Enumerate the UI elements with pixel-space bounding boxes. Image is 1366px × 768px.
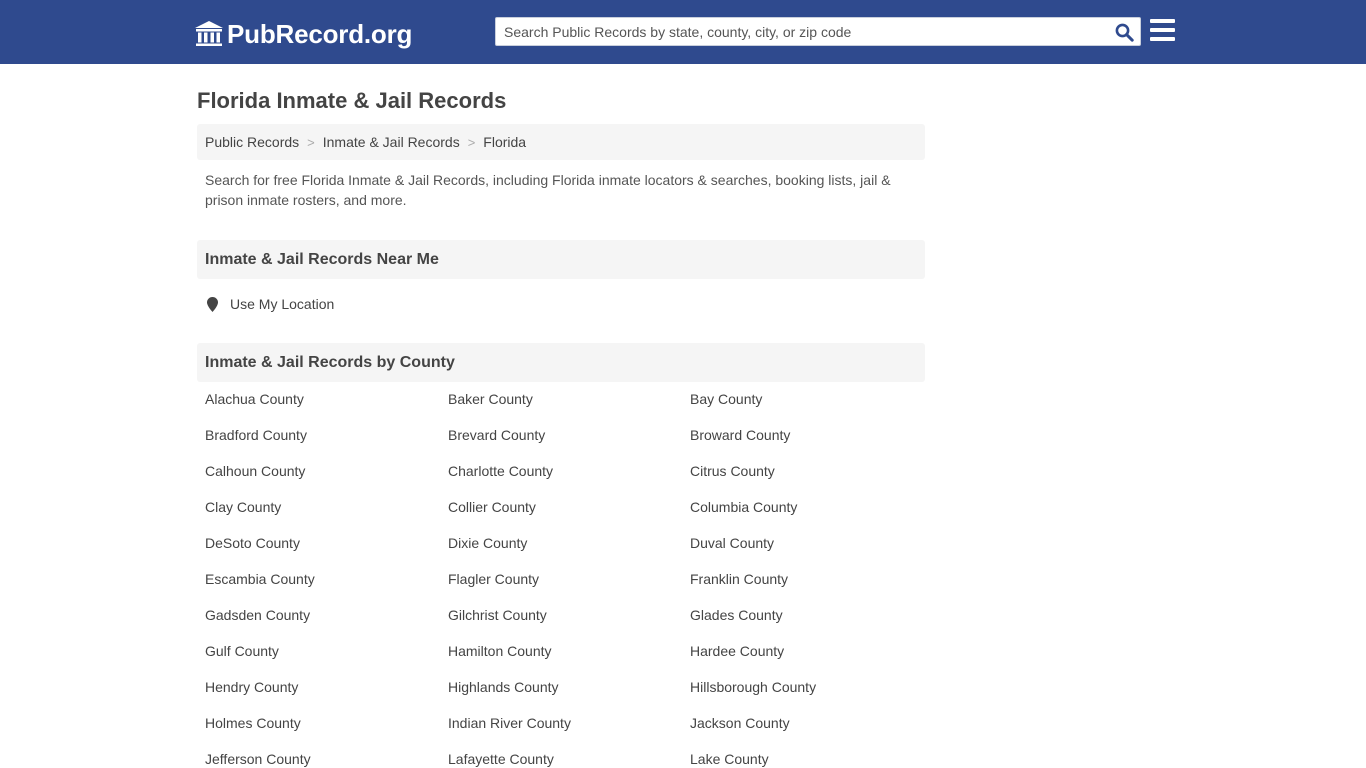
county-link[interactable]: Calhoun County <box>205 462 305 480</box>
breadcrumb-inmate-jail-records[interactable]: Inmate & Jail Records <box>323 134 460 150</box>
site-header: PubRecord.org <box>0 0 1366 64</box>
breadcrumb-public-records[interactable]: Public Records <box>205 134 299 150</box>
hamburger-menu-icon <box>1150 19 1176 41</box>
county-link[interactable]: Gilchrist County <box>448 606 547 624</box>
county-link[interactable]: Glades County <box>690 606 783 624</box>
map-pin-icon <box>207 296 218 312</box>
county-link[interactable]: Baker County <box>448 390 533 408</box>
county-link[interactable]: Highlands County <box>448 678 559 696</box>
search-button[interactable] <box>1112 21 1136 43</box>
county-link[interactable]: Collier County <box>448 498 536 516</box>
county-link[interactable]: Jackson County <box>690 714 790 732</box>
county-link[interactable]: Alachua County <box>205 390 304 408</box>
county-link[interactable]: Franklin County <box>690 570 788 588</box>
breadcrumb-separator: > <box>307 134 315 150</box>
county-link[interactable]: Escambia County <box>205 570 315 588</box>
county-link[interactable]: Bradford County <box>205 426 307 444</box>
county-link[interactable]: DeSoto County <box>205 534 300 552</box>
county-link[interactable]: Hardee County <box>690 642 784 660</box>
near-me-heading: Inmate & Jail Records Near Me <box>197 240 925 279</box>
county-link[interactable]: Jefferson County <box>205 750 311 768</box>
county-link[interactable]: Brevard County <box>448 426 545 444</box>
courthouse-icon <box>195 21 223 46</box>
county-link[interactable]: Hillsborough County <box>690 678 816 696</box>
page-title: Florida Inmate & Jail Records <box>197 88 507 113</box>
use-my-location-link[interactable]: Use My Location <box>207 296 334 312</box>
breadcrumb-separator: > <box>467 134 476 150</box>
county-link[interactable]: Duval County <box>690 534 774 552</box>
logo-link[interactable]: PubRecord.org <box>194 18 412 50</box>
county-link[interactable]: Broward County <box>690 426 790 444</box>
breadcrumb: Public Records > Inmate & Jail Records >… <box>197 124 925 160</box>
county-link[interactable]: Lafayette County <box>448 750 554 768</box>
county-link[interactable]: Bay County <box>690 390 762 408</box>
county-heading: Inmate & Jail Records by County <box>197 343 925 382</box>
search-icon <box>1115 23 1134 42</box>
county-link[interactable]: Lake County <box>690 750 769 768</box>
county-link[interactable]: Columbia County <box>690 498 797 516</box>
county-link[interactable]: Clay County <box>205 498 281 516</box>
search-input[interactable] <box>496 18 1108 45</box>
county-link[interactable]: Citrus County <box>690 462 775 480</box>
county-link[interactable]: Gadsden County <box>205 606 310 624</box>
county-link[interactable]: Dixie County <box>448 534 527 552</box>
county-link[interactable]: Flagler County <box>448 570 539 588</box>
county-link[interactable]: Indian River County <box>448 714 571 732</box>
county-link[interactable]: Hendry County <box>205 678 298 696</box>
intro-text: Search for free Florida Inmate & Jail Re… <box>205 172 891 208</box>
use-my-location-label: Use My Location <box>230 296 335 312</box>
county-link[interactable]: Holmes County <box>205 714 301 732</box>
county-link[interactable]: Gulf County <box>205 642 279 660</box>
breadcrumb-current: Florida <box>483 134 527 150</box>
logo-text: PubRecord.org <box>227 19 413 49</box>
search-bar <box>495 17 1141 46</box>
county-link[interactable]: Charlotte County <box>448 462 553 480</box>
county-link[interactable]: Hamilton County <box>448 642 552 660</box>
menu-button[interactable] <box>1150 19 1176 43</box>
